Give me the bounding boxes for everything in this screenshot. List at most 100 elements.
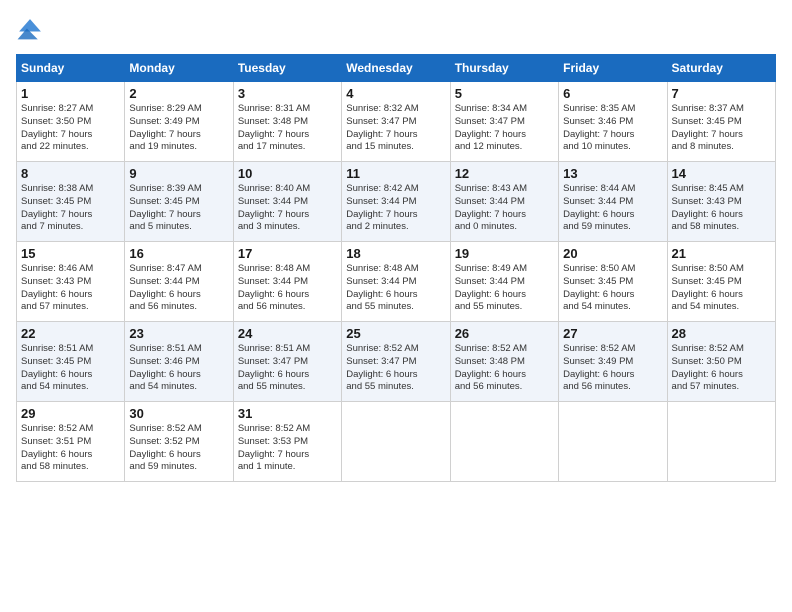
cell-content: Sunrise: 8:40 AM Sunset: 3:44 PM Dayligh… (238, 183, 337, 234)
calendar-cell: 13Sunrise: 8:44 AM Sunset: 3:44 PM Dayli… (559, 162, 667, 242)
cell-content: Sunrise: 8:51 AM Sunset: 3:46 PM Dayligh… (129, 343, 228, 394)
calendar-cell: 20 Sunrise: 8:50 AM Sunset: 3:45 PM Dayli… (559, 242, 667, 322)
calendar-cell: 1 Sunrise: 8:27 AM Sunset: 3:50 PM Daylig… (17, 82, 125, 162)
col-header-thursday: Thursday (450, 55, 558, 82)
day-number: 29 (21, 406, 120, 421)
header-row: SundayMondayTuesdayWednesdayThursdayFrid… (17, 55, 776, 82)
col-header-monday: Monday (125, 55, 233, 82)
calendar-cell: 23 Sunrise: 8:51 AM Sunset: 3:46 PM Dayli… (125, 322, 233, 402)
cell-content: Sunrise: 8:39 AM Sunset: 3:45 PM Dayligh… (129, 183, 228, 234)
day-number: 14 (672, 166, 771, 181)
calendar-cell: 14 Sunrise: 8:45 AM Sunset: 3:43 PM Dayli… (667, 162, 775, 242)
day-number: 1 (21, 86, 120, 101)
calendar-cell: 30 Sunrise: 8:52 AM Sunset: 3:52 PM Dayli… (125, 402, 233, 482)
day-number: 12 (455, 166, 554, 181)
calendar-cell (342, 402, 450, 482)
cell-content: Sunrise: 8:52 AM Sunset: 3:48 PM Dayligh… (455, 343, 554, 394)
cell-content: Sunrise: 8:52 AM Sunset: 3:51 PM Dayligh… (21, 423, 120, 474)
calendar-cell: 7 Sunrise: 8:37 AM Sunset: 3:45 PM Daylig… (667, 82, 775, 162)
day-number: 6 (563, 86, 662, 101)
day-number: 22 (21, 326, 120, 341)
calendar-cell: 26 Sunrise: 8:52 AM Sunset: 3:48 PM Dayli… (450, 322, 558, 402)
day-number: 10 (238, 166, 337, 181)
cell-content: Sunrise: 8:52 AM Sunset: 3:53 PM Dayligh… (238, 423, 337, 474)
cell-content: Sunrise: 8:51 AM Sunset: 3:45 PM Dayligh… (21, 343, 120, 394)
cell-content: Sunrise: 8:49 AM Sunset: 3:44 PM Dayligh… (455, 263, 554, 314)
cell-content: Sunrise: 8:43 AM Sunset: 3:44 PM Dayligh… (455, 183, 554, 234)
day-number: 26 (455, 326, 554, 341)
calendar-cell: 24 Sunrise: 8:51 AM Sunset: 3:47 PM Dayli… (233, 322, 341, 402)
calendar-cell: 16 Sunrise: 8:47 AM Sunset: 3:44 PM Dayli… (125, 242, 233, 322)
col-header-saturday: Saturday (667, 55, 775, 82)
calendar-cell: 19 Sunrise: 8:49 AM Sunset: 3:44 PM Dayli… (450, 242, 558, 322)
calendar-cell: 22 Sunrise: 8:51 AM Sunset: 3:45 PM Dayli… (17, 322, 125, 402)
calendar-cell: 18 Sunrise: 8:48 AM Sunset: 3:44 PM Dayli… (342, 242, 450, 322)
calendar-cell: 11 Sunrise: 8:42 AM Sunset: 3:44 PM Dayli… (342, 162, 450, 242)
cell-content: Sunrise: 8:46 AM Sunset: 3:43 PM Dayligh… (21, 263, 120, 314)
page-header (16, 16, 776, 44)
day-number: 28 (672, 326, 771, 341)
day-number: 11 (346, 166, 445, 181)
day-number: 20 (563, 246, 662, 261)
logo-icon (16, 16, 44, 44)
calendar-cell (450, 402, 558, 482)
calendar-table: SundayMondayTuesdayWednesdayThursdayFrid… (16, 54, 776, 482)
cell-content: Sunrise: 8:44 AM Sunset: 3:44 PM Dayligh… (563, 183, 662, 234)
calendar-cell: 4Sunrise: 8:32 AM Sunset: 3:47 PM Daylig… (342, 82, 450, 162)
cell-content: Sunrise: 8:50 AM Sunset: 3:45 PM Dayligh… (672, 263, 771, 314)
cell-content: Sunrise: 8:52 AM Sunset: 3:50 PM Dayligh… (672, 343, 771, 394)
cell-content: Sunrise: 8:34 AM Sunset: 3:47 PM Dayligh… (455, 103, 554, 154)
cell-content: Sunrise: 8:45 AM Sunset: 3:43 PM Dayligh… (672, 183, 771, 234)
day-number: 25 (346, 326, 445, 341)
cell-content: Sunrise: 8:27 AM Sunset: 3:50 PM Dayligh… (21, 103, 120, 154)
day-number: 30 (129, 406, 228, 421)
day-number: 8 (21, 166, 120, 181)
day-number: 23 (129, 326, 228, 341)
calendar-cell: 8 Sunrise: 8:38 AM Sunset: 3:45 PM Daylig… (17, 162, 125, 242)
calendar-cell: 12 Sunrise: 8:43 AM Sunset: 3:44 PM Dayli… (450, 162, 558, 242)
cell-content: Sunrise: 8:52 AM Sunset: 3:47 PM Dayligh… (346, 343, 445, 394)
calendar-cell: 29 Sunrise: 8:52 AM Sunset: 3:51 PM Dayli… (17, 402, 125, 482)
col-header-sunday: Sunday (17, 55, 125, 82)
day-number: 5 (455, 86, 554, 101)
calendar-cell: 3Sunrise: 8:31 AM Sunset: 3:48 PM Daylig… (233, 82, 341, 162)
cell-content: Sunrise: 8:48 AM Sunset: 3:44 PM Dayligh… (346, 263, 445, 314)
day-number: 18 (346, 246, 445, 261)
cell-content: Sunrise: 8:48 AM Sunset: 3:44 PM Dayligh… (238, 263, 337, 314)
day-number: 21 (672, 246, 771, 261)
calendar-cell: 17 Sunrise: 8:48 AM Sunset: 3:44 PM Dayli… (233, 242, 341, 322)
calendar-cell: 25 Sunrise: 8:52 AM Sunset: 3:47 PM Dayli… (342, 322, 450, 402)
calendar-cell: 9Sunrise: 8:39 AM Sunset: 3:45 PM Daylig… (125, 162, 233, 242)
calendar-cell: 21 Sunrise: 8:50 AM Sunset: 3:45 PM Dayli… (667, 242, 775, 322)
calendar-cell: 5 Sunrise: 8:34 AM Sunset: 3:47 PM Daylig… (450, 82, 558, 162)
cell-content: Sunrise: 8:38 AM Sunset: 3:45 PM Dayligh… (21, 183, 120, 234)
calendar-cell: 31Sunrise: 8:52 AM Sunset: 3:53 PM Dayli… (233, 402, 341, 482)
cell-content: Sunrise: 8:37 AM Sunset: 3:45 PM Dayligh… (672, 103, 771, 154)
day-number: 19 (455, 246, 554, 261)
calendar-cell: 10 Sunrise: 8:40 AM Sunset: 3:44 PM Dayli… (233, 162, 341, 242)
day-number: 24 (238, 326, 337, 341)
cell-content: Sunrise: 8:29 AM Sunset: 3:49 PM Dayligh… (129, 103, 228, 154)
calendar-cell: 6Sunrise: 8:35 AM Sunset: 3:46 PM Daylig… (559, 82, 667, 162)
logo (16, 16, 48, 44)
cell-content: Sunrise: 8:47 AM Sunset: 3:44 PM Dayligh… (129, 263, 228, 314)
calendar-cell: 2 Sunrise: 8:29 AM Sunset: 3:49 PM Daylig… (125, 82, 233, 162)
cell-content: Sunrise: 8:31 AM Sunset: 3:48 PM Dayligh… (238, 103, 337, 154)
col-header-wednesday: Wednesday (342, 55, 450, 82)
day-number: 17 (238, 246, 337, 261)
calendar-cell (559, 402, 667, 482)
cell-content: Sunrise: 8:52 AM Sunset: 3:49 PM Dayligh… (563, 343, 662, 394)
day-number: 27 (563, 326, 662, 341)
day-number: 16 (129, 246, 228, 261)
cell-content: Sunrise: 8:51 AM Sunset: 3:47 PM Dayligh… (238, 343, 337, 394)
day-number: 4 (346, 86, 445, 101)
cell-content: Sunrise: 8:50 AM Sunset: 3:45 PM Dayligh… (563, 263, 662, 314)
day-number: 7 (672, 86, 771, 101)
day-number: 15 (21, 246, 120, 261)
calendar-cell: 28 Sunrise: 8:52 AM Sunset: 3:50 PM Dayli… (667, 322, 775, 402)
calendar-cell (667, 402, 775, 482)
cell-content: Sunrise: 8:52 AM Sunset: 3:52 PM Dayligh… (129, 423, 228, 474)
calendar-cell: 27 Sunrise: 8:52 AM Sunset: 3:49 PM Dayli… (559, 322, 667, 402)
day-number: 2 (129, 86, 228, 101)
cell-content: Sunrise: 8:42 AM Sunset: 3:44 PM Dayligh… (346, 183, 445, 234)
